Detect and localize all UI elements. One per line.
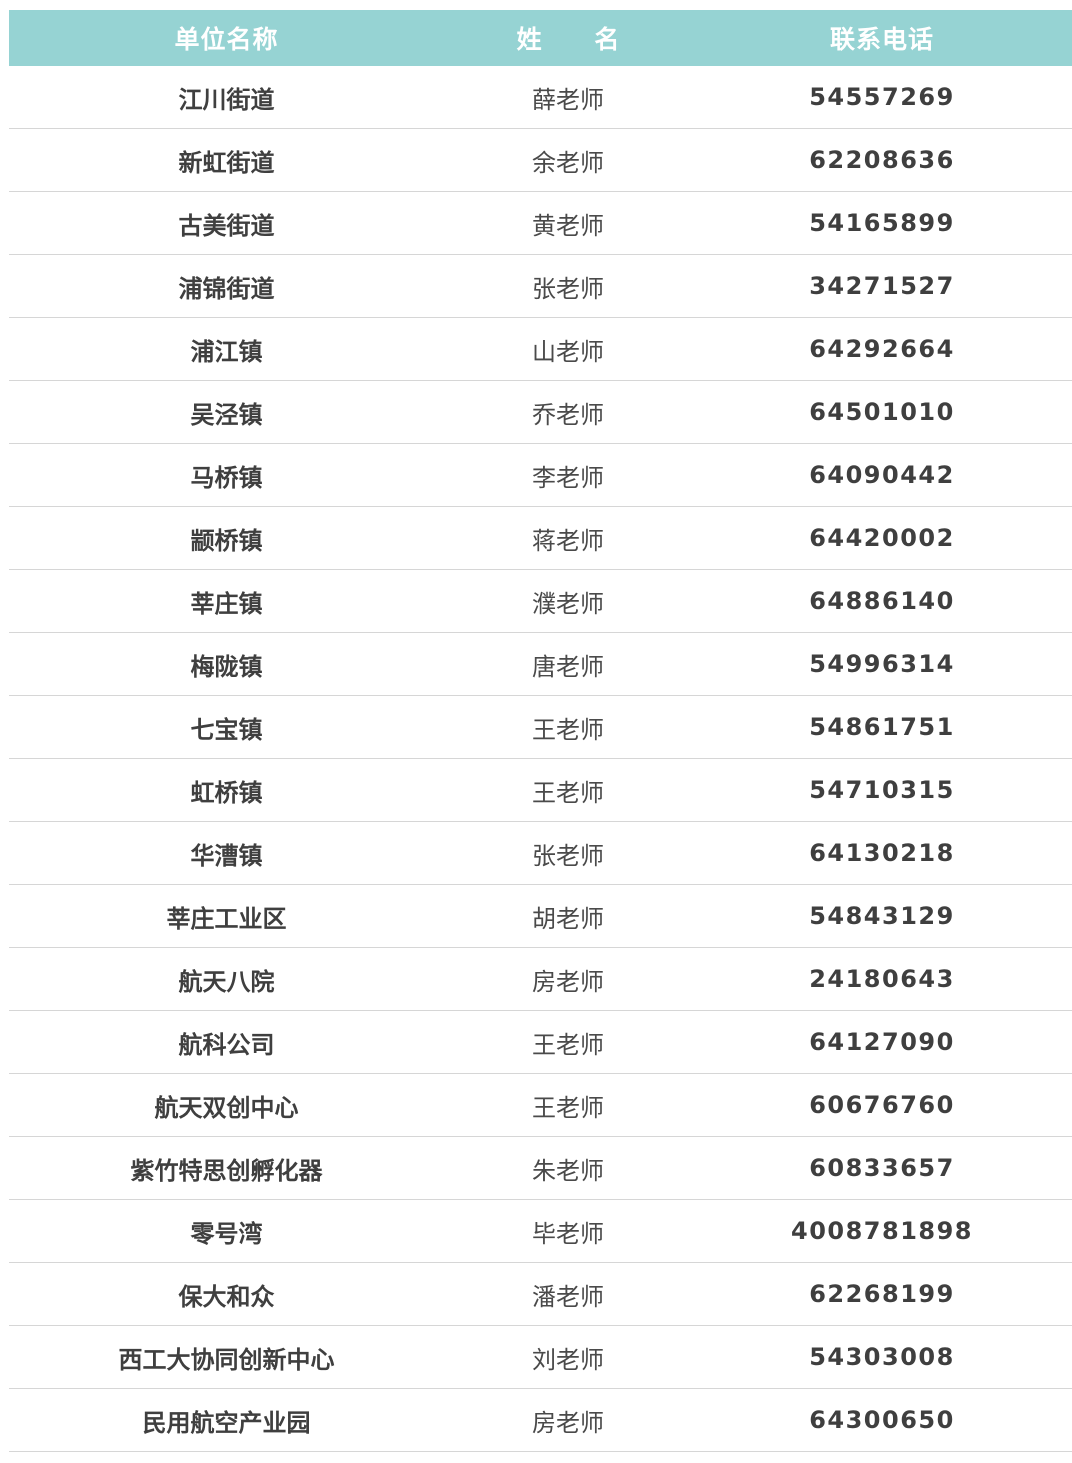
table-row: 华漕镇 张老师 64130218	[9, 822, 1072, 885]
contact-name-cell: 毕老师	[532, 1219, 604, 1248]
phone-number-cell: 60833657	[809, 1154, 955, 1182]
contact-name-cell: 刘老师	[532, 1345, 604, 1374]
phone-number-cell: 64292664	[809, 335, 955, 363]
table-row: 零号湾 毕老师 4008781898	[9, 1200, 1072, 1263]
table-row: 航天双创中心 王老师 60676760	[9, 1074, 1072, 1137]
phone-number-cell: 4008781898	[791, 1217, 973, 1245]
phone-number-cell: 62268199	[809, 1280, 955, 1308]
table-row: 航科公司 王老师 64127090	[9, 1011, 1072, 1074]
unit-name-cell: 浦锦街道	[178, 274, 275, 303]
contact-name-cell: 余老师	[532, 148, 604, 177]
table-row: 浦锦街道 张老师 34271527	[9, 255, 1072, 318]
unit-name-cell: 零号湾	[190, 1219, 263, 1248]
contact-name-cell: 房老师	[532, 967, 604, 996]
phone-number-cell: 60676760	[809, 1091, 955, 1119]
phone-number-cell: 54303008	[809, 1343, 955, 1371]
unit-name-cell: 马桥镇	[190, 463, 263, 492]
table-row: 民用航空产业园 房老师 64300650	[9, 1389, 1072, 1452]
header-person-name: 姓 名	[516, 25, 642, 54]
contact-name-cell: 乔老师	[532, 400, 604, 429]
header-unit-name: 单位名称	[174, 25, 279, 54]
unit-name-cell: 莘庄工业区	[166, 904, 287, 933]
table-row: 新虹街道 余老师 62208636	[9, 129, 1072, 192]
contact-name-cell: 朱老师	[532, 1156, 604, 1185]
phone-number-cell: 54557269	[809, 83, 955, 111]
unit-name-cell: 梅陇镇	[190, 652, 263, 681]
contact-name-cell: 王老师	[532, 715, 604, 744]
contact-name-cell: 李老师	[532, 463, 604, 492]
unit-name-cell: 保大和众	[178, 1282, 275, 1311]
table-row: 江川街道 薛老师 54557269	[9, 66, 1072, 129]
unit-name-cell: 江川街道	[178, 85, 275, 114]
table-row: 梅陇镇 唐老师 54996314	[9, 633, 1072, 696]
table-row: 马桥镇 李老师 64090442	[9, 444, 1072, 507]
table-header: 单位名称 姓 名 联系电话	[9, 10, 1072, 66]
phone-number-cell: 34271527	[809, 272, 955, 300]
table-row: 古美街道 黄老师 54165899	[9, 192, 1072, 255]
unit-name-cell: 颛桥镇	[190, 526, 263, 555]
unit-name-cell: 虹桥镇	[190, 778, 263, 807]
table-row: 颛桥镇 蒋老师 64420002	[9, 507, 1072, 570]
unit-name-cell: 莘庄镇	[190, 589, 263, 618]
phone-number-cell: 62208636	[809, 146, 955, 174]
phone-number-cell: 64090442	[809, 461, 955, 489]
phone-number-cell: 54710315	[809, 776, 955, 804]
table-body: 江川街道 薛老师 54557269 新虹街道 余老师 62208636 古美街道 黄老师 541…	[9, 66, 1072, 1452]
unit-name-cell: 吴泾镇	[190, 400, 263, 429]
contact-name-cell: 濮老师	[532, 589, 604, 618]
contact-name-cell: 蒋老师	[532, 526, 604, 555]
phone-number-cell: 54843129	[809, 902, 955, 930]
unit-name-cell: 西工大协同创新中心	[118, 1345, 335, 1374]
phone-number-cell: 54996314	[809, 650, 955, 678]
contact-table: 单位名称 姓 名 联系电话 江川街道 薛老师 54557269 新虹街道 余老师 6220…	[9, 10, 1072, 1452]
contact-name-cell: 胡老师	[532, 904, 604, 933]
contact-name-cell: 黄老师	[532, 211, 604, 240]
unit-name-cell: 航天八院	[178, 967, 275, 996]
header-phone: 联系电话	[829, 25, 934, 54]
unit-name-cell: 新虹街道	[178, 148, 275, 177]
table-row: 吴泾镇 乔老师 64501010	[9, 381, 1072, 444]
table-row: 浦江镇 山老师 64292664	[9, 318, 1072, 381]
table-row: 莘庄镇 濮老师 64886140	[9, 570, 1072, 633]
unit-name-cell: 古美街道	[178, 211, 275, 240]
phone-number-cell: 64300650	[809, 1406, 955, 1434]
contact-name-cell: 王老师	[532, 1030, 604, 1059]
table-row: 虹桥镇 王老师 54710315	[9, 759, 1072, 822]
unit-name-cell: 航科公司	[178, 1030, 275, 1059]
unit-name-cell: 浦江镇	[190, 337, 263, 366]
contact-name-cell: 唐老师	[532, 652, 604, 681]
phone-number-cell: 64130218	[809, 839, 955, 867]
phone-number-cell: 54861751	[809, 713, 955, 741]
contact-name-cell: 张老师	[532, 274, 604, 303]
table-row: 莘庄工业区 胡老师 54843129	[9, 885, 1072, 948]
table-row: 紫竹特思创孵化器 朱老师 60833657	[9, 1137, 1072, 1200]
contact-name-cell: 王老师	[532, 778, 604, 807]
phone-number-cell: 64127090	[809, 1028, 955, 1056]
phone-number-cell: 54165899	[809, 209, 955, 237]
contact-name-cell: 潘老师	[532, 1282, 604, 1311]
table-row: 航天八院 房老师 24180643	[9, 948, 1072, 1011]
unit-name-cell: 民用航空产业园	[142, 1408, 311, 1437]
phone-number-cell: 64886140	[809, 587, 955, 615]
contact-name-cell: 张老师	[532, 841, 604, 870]
unit-name-cell: 华漕镇	[190, 841, 263, 870]
unit-name-cell: 航天双创中心	[154, 1093, 299, 1122]
contact-name-cell: 薛老师	[532, 85, 604, 114]
phone-number-cell: 24180643	[809, 965, 955, 993]
table-row: 保大和众 潘老师 62268199	[9, 1263, 1072, 1326]
contact-name-cell: 房老师	[532, 1408, 604, 1437]
contact-name-cell: 王老师	[532, 1093, 604, 1122]
phone-number-cell: 64420002	[809, 524, 955, 552]
unit-name-cell: 七宝镇	[190, 715, 263, 744]
table-row: 西工大协同创新中心 刘老师 54303008	[9, 1326, 1072, 1389]
table-row: 七宝镇 王老师 54861751	[9, 696, 1072, 759]
contact-name-cell: 山老师	[532, 337, 604, 366]
unit-name-cell: 紫竹特思创孵化器	[130, 1156, 323, 1185]
phone-number-cell: 64501010	[809, 398, 955, 426]
